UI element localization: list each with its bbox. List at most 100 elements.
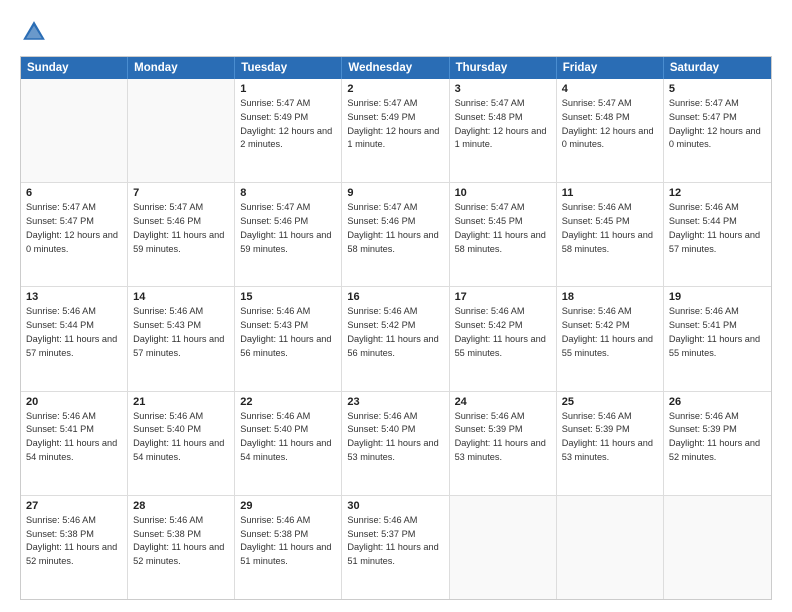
calendar-cell: 9 Sunrise: 5:47 AMSunset: 5:46 PMDaylight… <box>342 183 449 286</box>
day-info: Sunrise: 5:47 AMSunset: 5:49 PMDaylight:… <box>240 97 336 152</box>
calendar-cell: 24 Sunrise: 5:46 AMSunset: 5:39 PMDayligh… <box>450 392 557 495</box>
header <box>20 18 772 46</box>
day-info: Sunrise: 5:47 AMSunset: 5:47 PMDaylight:… <box>26 201 122 256</box>
day-info: Sunrise: 5:46 AMSunset: 5:43 PMDaylight:… <box>240 305 336 360</box>
calendar-cell: 20Sunrise: 5:46 AMSunset: 5:41 PMDayligh… <box>21 392 128 495</box>
calendar-row: 20Sunrise: 5:46 AMSunset: 5:41 PMDayligh… <box>21 392 771 496</box>
day-number: 5 <box>669 83 766 95</box>
day-number: 23 <box>347 396 443 408</box>
calendar-cell <box>21 79 128 182</box>
calendar-cell: 6 Sunrise: 5:47 AMSunset: 5:47 PMDaylight… <box>21 183 128 286</box>
calendar-cell: 29Sunrise: 5:46 AMSunset: 5:38 PMDayligh… <box>235 496 342 599</box>
logo-icon <box>20 18 48 46</box>
day-info: Sunrise: 5:46 AMSunset: 5:44 PMDaylight:… <box>669 201 766 256</box>
calendar-cell: 27 Sunrise: 5:46 AMSunset: 5:38 PMDayligh… <box>21 496 128 599</box>
day-info: Sunrise: 5:46 AMSunset: 5:41 PMDaylight:… <box>669 305 766 360</box>
calendar-cell: 11Sunrise: 5:46 AMSunset: 5:45 PMDayligh… <box>557 183 664 286</box>
day-info: Sunrise: 5:47 AMSunset: 5:48 PMDaylight:… <box>562 97 658 152</box>
calendar-header: SundayMondayTuesdayWednesdayThursdayFrid… <box>21 57 771 79</box>
calendar-cell: 17 Sunrise: 5:46 AMSunset: 5:42 PMDayligh… <box>450 287 557 390</box>
day-number: 12 <box>669 187 766 199</box>
calendar-header-cell: Sunday <box>21 57 128 79</box>
calendar-cell: 23 Sunrise: 5:46 AMSunset: 5:40 PMDayligh… <box>342 392 449 495</box>
day-number: 30 <box>347 500 443 512</box>
day-number: 15 <box>240 291 336 303</box>
calendar-cell: 13 Sunrise: 5:46 AMSunset: 5:44 PMDayligh… <box>21 287 128 390</box>
day-info: Sunrise: 5:46 AMSunset: 5:41 PMDaylight:… <box>26 410 122 465</box>
day-number: 19 <box>669 291 766 303</box>
calendar-cell: 30Sunrise: 5:46 AMSunset: 5:37 PMDayligh… <box>342 496 449 599</box>
day-number: 13 <box>26 291 122 303</box>
calendar-cell: 28 Sunrise: 5:46 AMSunset: 5:38 PMDayligh… <box>128 496 235 599</box>
day-info: Sunrise: 5:46 AMSunset: 5:42 PMDaylight:… <box>347 305 443 360</box>
day-info: Sunrise: 5:46 AMSunset: 5:43 PMDaylight:… <box>133 305 229 360</box>
day-info: Sunrise: 5:47 AMSunset: 5:46 PMDaylight:… <box>347 201 443 256</box>
calendar-header-cell: Wednesday <box>342 57 449 79</box>
day-number: 26 <box>669 396 766 408</box>
day-number: 9 <box>347 187 443 199</box>
calendar-cell: 26 Sunrise: 5:46 AMSunset: 5:39 PMDayligh… <box>664 392 771 495</box>
calendar-cell: 25 Sunrise: 5:46 AMSunset: 5:39 PMDayligh… <box>557 392 664 495</box>
calendar-cell: 12 Sunrise: 5:46 AMSunset: 5:44 PMDayligh… <box>664 183 771 286</box>
calendar-cell: 22 Sunrise: 5:46 AMSunset: 5:40 PMDayligh… <box>235 392 342 495</box>
calendar-cell: 14 Sunrise: 5:46 AMSunset: 5:43 PMDayligh… <box>128 287 235 390</box>
day-info: Sunrise: 5:46 AMSunset: 5:38 PMDaylight:… <box>133 514 229 569</box>
calendar-row: 1 Sunrise: 5:47 AMSunset: 5:49 PMDaylight… <box>21 79 771 183</box>
day-number: 17 <box>455 291 551 303</box>
day-number: 22 <box>240 396 336 408</box>
day-info: Sunrise: 5:47 AMSunset: 5:45 PMDaylight:… <box>455 201 551 256</box>
calendar-cell <box>557 496 664 599</box>
calendar-cell: 1 Sunrise: 5:47 AMSunset: 5:49 PMDaylight… <box>235 79 342 182</box>
calendar-row: 13 Sunrise: 5:46 AMSunset: 5:44 PMDayligh… <box>21 287 771 391</box>
logo <box>20 18 52 46</box>
day-info: Sunrise: 5:46 AMSunset: 5:40 PMDaylight:… <box>347 410 443 465</box>
calendar-cell: 3 Sunrise: 5:47 AMSunset: 5:48 PMDaylight… <box>450 79 557 182</box>
day-info: Sunrise: 5:46 AMSunset: 5:39 PMDaylight:… <box>562 410 658 465</box>
calendar-cell: 8 Sunrise: 5:47 AMSunset: 5:46 PMDaylight… <box>235 183 342 286</box>
day-info: Sunrise: 5:47 AMSunset: 5:46 PMDaylight:… <box>240 201 336 256</box>
day-info: Sunrise: 5:47 AMSunset: 5:47 PMDaylight:… <box>669 97 766 152</box>
calendar-header-cell: Saturday <box>664 57 771 79</box>
day-number: 14 <box>133 291 229 303</box>
day-info: Sunrise: 5:46 AMSunset: 5:42 PMDaylight:… <box>562 305 658 360</box>
day-number: 3 <box>455 83 551 95</box>
day-info: Sunrise: 5:46 AMSunset: 5:39 PMDaylight:… <box>669 410 766 465</box>
day-number: 1 <box>240 83 336 95</box>
day-number: 21 <box>133 396 229 408</box>
calendar-cell: 16 Sunrise: 5:46 AMSunset: 5:42 PMDayligh… <box>342 287 449 390</box>
calendar-header-cell: Tuesday <box>235 57 342 79</box>
day-info: Sunrise: 5:46 AMSunset: 5:38 PMDaylight:… <box>240 514 336 569</box>
day-info: Sunrise: 5:46 AMSunset: 5:40 PMDaylight:… <box>240 410 336 465</box>
calendar-row: 27 Sunrise: 5:46 AMSunset: 5:38 PMDayligh… <box>21 496 771 599</box>
day-info: Sunrise: 5:46 AMSunset: 5:40 PMDaylight:… <box>133 410 229 465</box>
calendar-header-cell: Monday <box>128 57 235 79</box>
day-number: 28 <box>133 500 229 512</box>
calendar-cell: 7 Sunrise: 5:47 AMSunset: 5:46 PMDaylight… <box>128 183 235 286</box>
day-info: Sunrise: 5:47 AMSunset: 5:46 PMDaylight:… <box>133 201 229 256</box>
calendar-cell <box>450 496 557 599</box>
day-info: Sunrise: 5:47 AMSunset: 5:48 PMDaylight:… <box>455 97 551 152</box>
day-info: Sunrise: 5:46 AMSunset: 5:44 PMDaylight:… <box>26 305 122 360</box>
calendar-cell: 19 Sunrise: 5:46 AMSunset: 5:41 PMDayligh… <box>664 287 771 390</box>
page: SundayMondayTuesdayWednesdayThursdayFrid… <box>0 0 792 612</box>
day-number: 8 <box>240 187 336 199</box>
calendar-cell: 5 Sunrise: 5:47 AMSunset: 5:47 PMDaylight… <box>664 79 771 182</box>
calendar-row: 6 Sunrise: 5:47 AMSunset: 5:47 PMDaylight… <box>21 183 771 287</box>
day-number: 25 <box>562 396 658 408</box>
calendar-header-cell: Thursday <box>450 57 557 79</box>
day-info: Sunrise: 5:46 AMSunset: 5:38 PMDaylight:… <box>26 514 122 569</box>
calendar-cell: 4Sunrise: 5:47 AMSunset: 5:48 PMDaylight… <box>557 79 664 182</box>
day-number: 6 <box>26 187 122 199</box>
calendar-cell <box>664 496 771 599</box>
day-number: 27 <box>26 500 122 512</box>
day-number: 10 <box>455 187 551 199</box>
calendar-cell: 18Sunrise: 5:46 AMSunset: 5:42 PMDayligh… <box>557 287 664 390</box>
day-info: Sunrise: 5:46 AMSunset: 5:39 PMDaylight:… <box>455 410 551 465</box>
calendar-cell: 21 Sunrise: 5:46 AMSunset: 5:40 PMDayligh… <box>128 392 235 495</box>
day-number: 11 <box>562 187 658 199</box>
day-number: 7 <box>133 187 229 199</box>
day-info: Sunrise: 5:46 AMSunset: 5:42 PMDaylight:… <box>455 305 551 360</box>
calendar-cell <box>128 79 235 182</box>
day-number: 24 <box>455 396 551 408</box>
day-number: 16 <box>347 291 443 303</box>
